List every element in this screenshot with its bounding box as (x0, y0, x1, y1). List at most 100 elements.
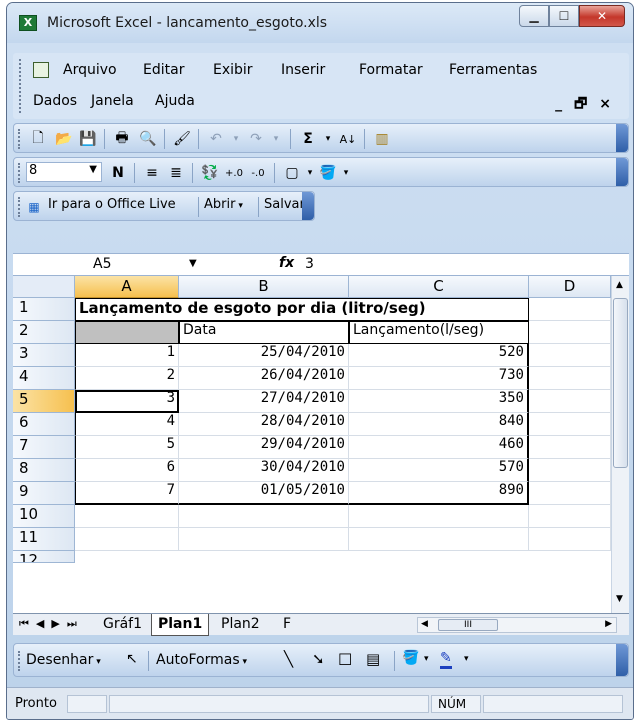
workbook-minimize-button[interactable]: _ (555, 96, 574, 112)
horizontal-scrollbar[interactable]: ◀ III ▶ (417, 617, 617, 633)
column-header-b[interactable]: B (179, 276, 349, 298)
title-bar[interactable]: X Microsoft Excel - lancamento_esgoto.xl… (7, 3, 633, 43)
line-color-icon[interactable]: ✎ (440, 650, 452, 669)
active-cell[interactable]: 3 (75, 390, 179, 413)
cell-value[interactable]: 350 (349, 390, 529, 413)
menu-formatar[interactable]: Formatar (359, 62, 423, 78)
excel-app-icon[interactable]: X (19, 15, 37, 31)
row-header[interactable]: 4 (13, 367, 75, 390)
cell-date[interactable]: 26/04/2010 (179, 367, 349, 390)
minimize-button[interactable]: ▁ (519, 5, 549, 27)
header-cell-a[interactable] (75, 321, 179, 344)
undo-dropdown-icon[interactable]: ▾ (226, 129, 246, 149)
font-size-select[interactable]: 8 ▼ (26, 162, 102, 182)
toolbar-options-button[interactable] (302, 192, 314, 220)
increase-decimal-icon[interactable]: +.0 (224, 163, 244, 183)
name-box-dropdown-icon[interactable]: ▼ (189, 258, 197, 269)
cell[interactable] (75, 505, 179, 528)
line-color-dropdown-icon[interactable]: ▾ (464, 654, 469, 664)
row-header[interactable]: 6 (13, 413, 75, 436)
menu-arquivo[interactable]: Arquivo (63, 62, 117, 78)
autosum-dropdown-icon[interactable]: ▾ (318, 129, 338, 149)
menu-grip[interactable] (19, 59, 22, 113)
redo-icon[interactable]: ↷ (246, 129, 266, 149)
toolbar-grip[interactable] (18, 197, 21, 217)
cell[interactable] (529, 367, 611, 390)
header-cell-lancamento[interactable]: Lançamento(l/seg) (349, 321, 529, 344)
currency-icon[interactable]: 💱 (200, 163, 220, 183)
new-icon[interactable]: 🗋 (28, 129, 48, 149)
officelive-open-button[interactable]: Abrir ▾ (204, 197, 243, 212)
sheet-tab-graf1[interactable]: Gráf1 (97, 614, 148, 636)
cell-value[interactable]: 890 (349, 482, 529, 505)
row-header[interactable]: 9 (13, 482, 75, 505)
toolbar-options-button[interactable] (616, 158, 628, 186)
formula-input[interactable]: 3 (305, 256, 314, 272)
toolbar-options-button[interactable] (616, 124, 628, 152)
fill-color-dropdown-icon[interactable]: ▾ (424, 654, 429, 664)
row-header[interactable]: 12 (13, 551, 75, 563)
autosum-icon[interactable]: Σ (298, 129, 318, 149)
cell-date[interactable]: 27/04/2010 (179, 390, 349, 413)
cell-value[interactable]: 520 (349, 344, 529, 367)
cell[interactable] (529, 413, 611, 436)
cell[interactable] (179, 505, 349, 528)
column-header-c[interactable]: C (349, 276, 529, 298)
cell[interactable] (75, 528, 179, 551)
format-painter-icon[interactable]: 🖌 (172, 129, 192, 149)
cell-index[interactable]: 2 (75, 367, 179, 390)
row-header[interactable]: 10 (13, 505, 75, 528)
cell-date[interactable]: 28/04/2010 (179, 413, 349, 436)
row-header[interactable]: 5 (13, 390, 75, 413)
text-box-icon[interactable]: ▤ (366, 650, 380, 668)
cell[interactable] (349, 505, 529, 528)
chart-wizard-icon[interactable]: ▥ (372, 129, 392, 149)
open-icon[interactable]: 📂 (54, 129, 74, 149)
row-header[interactable]: 8 (13, 459, 75, 482)
fill-color-dropdown-icon[interactable]: ▾ (336, 163, 356, 183)
toolbar-grip[interactable] (18, 651, 21, 671)
cell-index[interactable]: 4 (75, 413, 179, 436)
print-preview-icon[interactable]: 🔍 (138, 129, 158, 149)
select-objects-icon[interactable]: ↖ (126, 651, 138, 667)
cell-date[interactable]: 01/05/2010 (179, 482, 349, 505)
sheet-nav-icons[interactable]: ⏮◀▶⏭ (19, 617, 84, 631)
row-header[interactable]: 1 (13, 298, 75, 321)
cell[interactable] (529, 298, 611, 321)
autoshapes-button[interactable]: AutoFormas ▾ (156, 652, 247, 668)
row-header[interactable]: 3 (13, 344, 75, 367)
menu-editar[interactable]: Editar (143, 62, 184, 78)
cell-index[interactable]: 1 (75, 344, 179, 367)
column-header-d[interactable]: D (529, 276, 611, 298)
sort-ascending-icon[interactable]: A↓ (338, 129, 358, 149)
cell[interactable] (529, 482, 611, 505)
draw-menu-button[interactable]: Desenhar ▾ (26, 652, 101, 668)
cell[interactable] (529, 344, 611, 367)
sheet-tab-plan2[interactable]: Plan2 (215, 614, 266, 636)
scroll-up-icon[interactable]: ▲ (616, 280, 623, 290)
align-center-icon[interactable]: ≣ (166, 163, 186, 183)
decrease-decimal-icon[interactable]: -.0 (248, 163, 268, 183)
toolbar-grip[interactable] (18, 129, 21, 149)
menu-ferramentas[interactable]: Ferramentas (449, 62, 537, 78)
select-all-button[interactable] (13, 276, 75, 298)
fill-color-icon[interactable]: 🪣 (402, 650, 419, 666)
cell[interactable] (529, 436, 611, 459)
workbook-close-button[interactable]: × (599, 96, 623, 112)
rectangle-icon[interactable]: ☐ (338, 650, 352, 669)
title-cell[interactable]: Lançamento de esgoto por dia (litro/seg) (75, 298, 529, 321)
arrow-icon[interactable]: ➘ (312, 650, 325, 668)
column-header-a[interactable]: A (75, 276, 179, 298)
sheet-tab-partial[interactable]: F (277, 614, 297, 636)
vertical-scrollbar[interactable]: ▲ ▼ (611, 276, 629, 613)
worksheet-grid[interactable]: A B C D 1 2 3 4 5 6 7 8 9 10 11 12 Lança… (13, 275, 629, 613)
maximize-button[interactable]: ☐ (549, 5, 579, 27)
cell-value[interactable]: 570 (349, 459, 529, 482)
name-box[interactable]: A5 ▼ (13, 254, 197, 276)
print-icon[interactable]: 🖶 (112, 129, 132, 149)
cell[interactable] (529, 321, 611, 344)
cell[interactable] (179, 528, 349, 551)
line-icon[interactable]: ╲ (284, 650, 293, 668)
cell-date[interactable]: 30/04/2010 (179, 459, 349, 482)
borders-dropdown-icon[interactable]: ▾ (300, 163, 320, 183)
